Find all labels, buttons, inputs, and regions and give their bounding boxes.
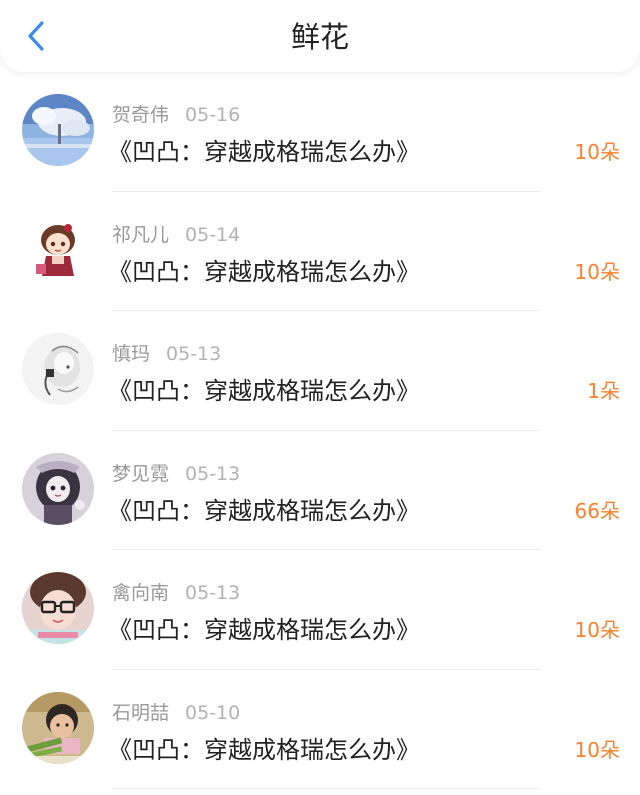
flower-count: 66朵 [574,498,620,523]
book-title: 《凹凸：穿越成格瑞怎么办》 [108,496,420,525]
list-item[interactable]: 石明喆 05-10 《凹凸：穿越成格瑞怎么办》 10朵 [0,670,640,789]
flower-count: 1朵 [587,379,620,403]
glasses-girl-avatar[interactable] [22,572,94,644]
sender-name: 慎玛 05-13 [112,343,222,365]
list-item[interactable]: 禽向南 05-13 《凹凸：穿越成格瑞怎么办》 10朵 [0,550,640,670]
book-title: 《凹凸：穿越成格瑞怎么办》 [108,735,420,764]
book-title: 《凹凸：穿越成格瑞怎么办》 [108,257,420,286]
book-title: 《凹凸：穿越成格瑞怎么办》 [108,616,420,644]
flower-count: 10朵 [574,618,620,642]
list-item[interactable]: 梦见霓 05-13 《凹凸：穿越成格瑞怎么办》 66朵 [0,431,640,550]
gift-date: 05-13 [166,343,222,365]
winter-tree-avatar[interactable] [22,94,94,166]
sender-name: 禽向南 05-13 [112,582,241,604]
gift-date: 05-13 [185,582,241,604]
child-photo-avatar[interactable] [22,691,94,764]
divider [112,788,540,789]
list-item[interactable]: 贺奇伟 05-16 《凹凸：穿越成格瑞怎么办》 10朵 [0,72,640,192]
gift-list: 贺奇伟 05-16 《凹凸：穿越成格瑞怎么办》 10朵 祁凡儿 05-14 《凹… [0,72,640,789]
anime-girl-avatar[interactable] [22,213,94,286]
page-title: 鲜花 [290,20,349,54]
book-title: 《凹凸：穿越成格瑞怎么办》 [108,377,420,405]
sender-name: 石明喆 05-10 [112,701,241,724]
sketch-avatar[interactable] [22,333,94,405]
list-item[interactable]: 慎玛 05-13 《凹凸：穿越成格瑞怎么办》 1朵 [0,311,640,431]
book-title: 《凹凸：穿越成格瑞怎么办》 [108,138,420,166]
sender-name: 贺奇伟 05-16 [112,104,241,126]
flower-count: 10朵 [574,259,620,284]
flowers-page: 鲜花 贺奇伟 05-16 《凹凸：穿越成格瑞怎么办》 10朵 祁凡儿 05-14… [0,0,640,795]
sender-name: 祁凡儿 05-14 [112,223,241,246]
gift-date: 05-13 [185,462,241,485]
sender-name: 梦见霓 05-13 [112,462,241,485]
gothic-doll-avatar[interactable] [22,452,94,525]
flower-count: 10朵 [574,737,620,762]
flower-count: 10朵 [574,140,620,164]
gift-date: 05-16 [185,104,241,126]
gift-date: 05-10 [185,701,241,724]
gift-date: 05-14 [185,223,241,246]
list-item[interactable]: 祁凡儿 05-14 《凹凸：穿越成格瑞怎么办》 10朵 [0,192,640,311]
header-bar: 鲜花 [0,0,640,72]
